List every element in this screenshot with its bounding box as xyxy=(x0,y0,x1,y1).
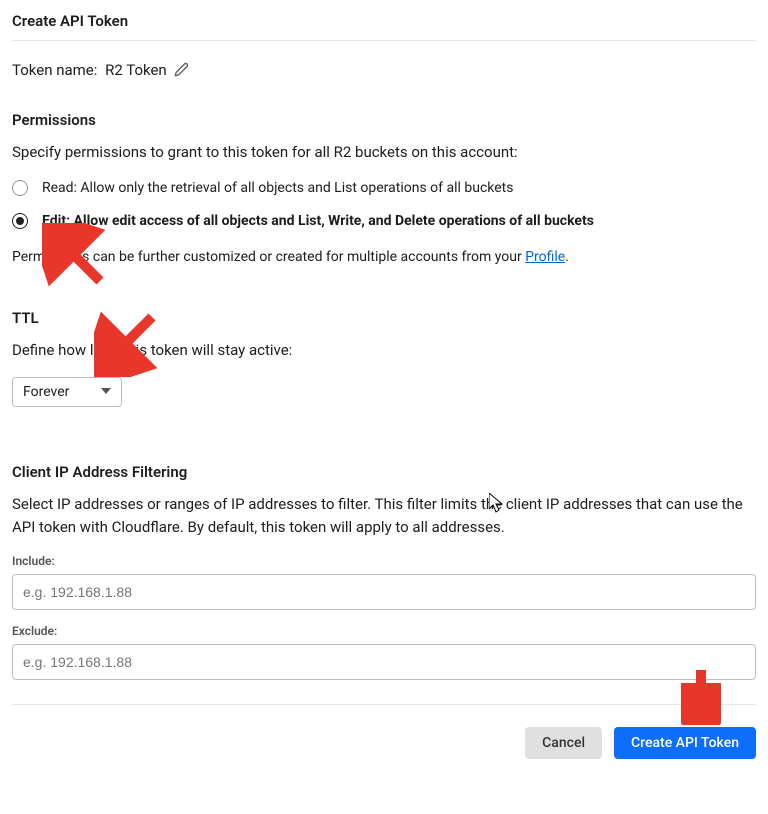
ttl-select-value: Forever xyxy=(23,384,69,400)
permissions-note-suffix: . xyxy=(565,249,569,265)
radio-read-label: Read: Allow only the retrieval of all ob… xyxy=(42,179,513,198)
page-title: Create API Token xyxy=(12,12,128,30)
token-name-label: Token name: xyxy=(12,61,97,79)
exclude-label: Exclude: xyxy=(12,624,756,638)
token-name-value: R2 Token xyxy=(105,61,167,79)
pencil-icon[interactable] xyxy=(174,62,189,81)
include-label: Include: xyxy=(12,554,756,568)
ip-filter-heading: Client IP Address Filtering xyxy=(12,463,756,481)
chevron-down-icon xyxy=(101,384,111,400)
ttl-heading: TTL xyxy=(12,309,756,327)
radio-edit[interactable] xyxy=(12,213,28,229)
permissions-note: Permissions can be further customized or… xyxy=(12,249,756,265)
radio-read[interactable] xyxy=(12,180,28,196)
permissions-desc: Specify permissions to grant to this tok… xyxy=(12,141,756,164)
radio-edit-label: Edit: Allow edit access of all objects a… xyxy=(42,212,594,231)
ip-filter-desc: Select IP addresses or ranges of IP addr… xyxy=(12,493,756,538)
profile-link[interactable]: Profile xyxy=(525,249,565,265)
ttl-desc: Define how long this token will stay act… xyxy=(12,339,756,362)
create-api-token-button[interactable]: Create API Token xyxy=(614,727,756,759)
include-input[interactable] xyxy=(12,574,756,610)
cancel-button[interactable]: Cancel xyxy=(525,727,602,759)
ttl-select[interactable]: Forever xyxy=(12,377,122,407)
exclude-input[interactable] xyxy=(12,644,756,680)
permissions-heading: Permissions xyxy=(12,111,756,129)
permissions-note-prefix: Permissions can be further customized or… xyxy=(12,249,525,265)
